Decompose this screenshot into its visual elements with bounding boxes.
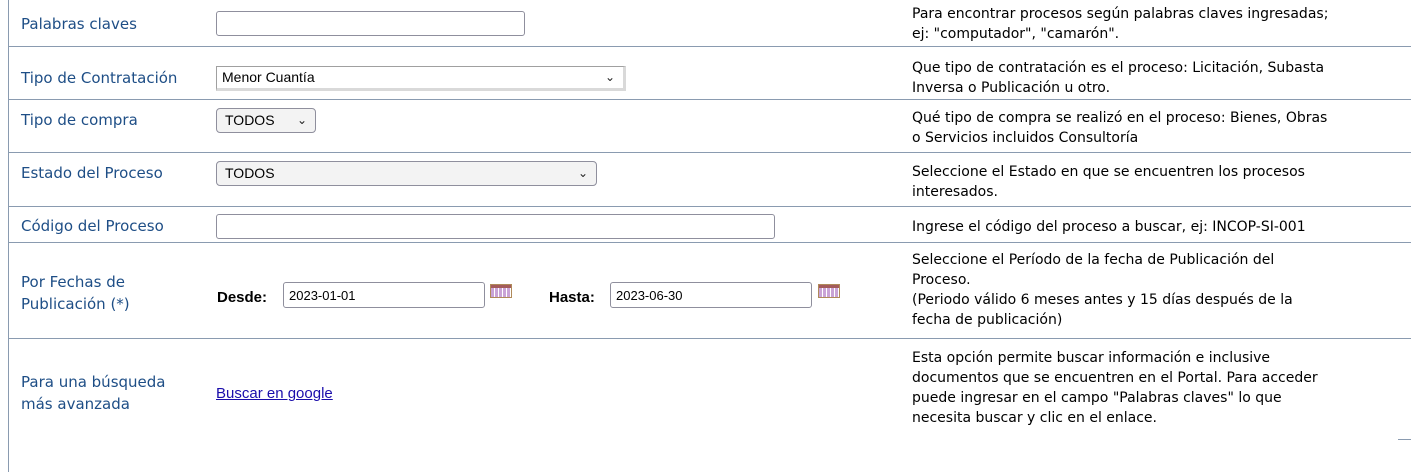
contract-type-help-line-1: Que tipo de contratación es el proceso: … xyxy=(912,60,1325,76)
advanced-label-line-2: más avanzada xyxy=(21,395,130,413)
dates-help-line-4: fecha de publicación) xyxy=(912,312,1063,328)
advanced-help-line-2: documentos que se encuentren en el Porta… xyxy=(912,370,1318,386)
contract-type-help: Que tipo de contratación es el proceso: … xyxy=(912,58,1392,98)
keywords-help-line-2: ej: "computador", "camarón". xyxy=(912,26,1120,42)
search-form-table: Palabras claves Para encontrar procesos … xyxy=(8,0,1411,472)
dates-help-line-1: Seleccione el Período de la fecha de Pub… xyxy=(912,252,1275,268)
advanced-label: Para una búsqueda más avanzada xyxy=(21,371,165,415)
purchase-type-help-line-1: Qué tipo de compra se realizó en el proc… xyxy=(912,110,1328,126)
purchase-type-select[interactable]: TODOS ⌄ xyxy=(216,108,316,133)
from-label: Desde: xyxy=(217,289,268,306)
row-process-code: Código del Proceso Ingrese el código del… xyxy=(9,207,1411,243)
to-label: Hasta: xyxy=(549,289,595,306)
dates-help-line-3: (Periodo válido 6 meses antes y 15 días … xyxy=(912,292,1293,308)
dates-label: Por Fechas de Publicación (*) xyxy=(21,271,130,315)
advanced-help-line-1: Esta opción permite buscar información e… xyxy=(912,350,1271,366)
row-contract-type: Tipo de Contratación Menor Cuantía ⌄ Que… xyxy=(9,57,1411,100)
purchase-type-help: Qué tipo de compra se realizó en el proc… xyxy=(912,108,1392,148)
contract-type-selected: Menor Cuantía xyxy=(222,69,315,85)
chevron-down-icon: ⌄ xyxy=(604,70,615,84)
table-edge-tick xyxy=(1398,439,1411,440)
keywords-label: Palabras claves xyxy=(21,15,137,33)
process-code-help: Ingrese el código del proceso a buscar, … xyxy=(912,217,1392,237)
process-state-help-line-1: Seleccione el Estado en que se encuentre… xyxy=(912,164,1305,180)
purchase-type-help-line-2: o Servicios incluidos Consultoría xyxy=(912,130,1139,146)
calendar-icon[interactable] xyxy=(490,284,512,298)
from-date-input[interactable] xyxy=(283,282,485,308)
process-state-help: Seleccione el Estado en que se encuentre… xyxy=(912,162,1392,202)
dates-help-line-2: Proceso. xyxy=(912,272,971,288)
purchase-type-label: Tipo de compra xyxy=(21,111,138,129)
to-date-input[interactable] xyxy=(610,282,812,308)
row-dates: Por Fechas de Publicación (*) Desde: Has… xyxy=(9,243,1411,339)
dates-label-line-2: Publicación (*) xyxy=(21,295,130,313)
dates-label-line-1: Por Fechas de xyxy=(21,273,125,291)
keywords-help: Para encontrar procesos según palabras c… xyxy=(912,4,1392,44)
advanced-help-line-3: puede ingresar en el campo "Palabras cla… xyxy=(912,390,1282,406)
process-code-input[interactable] xyxy=(216,214,775,239)
process-state-selected: TODOS xyxy=(225,165,275,181)
row-keywords: Palabras claves Para encontrar procesos … xyxy=(9,0,1411,47)
process-state-select[interactable]: TODOS ⌄ xyxy=(216,161,597,186)
advanced-label-line-1: Para una búsqueda xyxy=(21,373,166,391)
contract-type-label: Tipo de Contratación xyxy=(21,69,178,87)
process-state-help-line-2: interesados. xyxy=(912,184,998,200)
row-process-state: Estado del Proceso TODOS ⌄ Seleccione el… xyxy=(9,153,1411,207)
contract-type-select[interactable]: Menor Cuantía ⌄ xyxy=(216,66,626,91)
process-code-help-line-1: Ingrese el código del proceso a buscar, … xyxy=(912,219,1306,235)
chevron-down-icon: ⌄ xyxy=(577,166,588,180)
keywords-help-line-1: Para encontrar procesos según palabras c… xyxy=(912,6,1329,22)
process-code-label: Código del Proceso xyxy=(21,217,164,235)
process-state-label: Estado del Proceso xyxy=(21,164,163,182)
row-purchase-type: Tipo de compra TODOS ⌄ Qué tipo de compr… xyxy=(9,100,1411,153)
dates-help: Seleccione el Período de la fecha de Pub… xyxy=(912,250,1392,330)
google-search-link[interactable]: Buscar en google xyxy=(216,385,333,402)
row-advanced: Para una búsqueda más avanzada Buscar en… xyxy=(9,339,1411,472)
contract-type-help-line-2: Inversa o Publicación u otro. xyxy=(912,80,1111,96)
advanced-help: Esta opción permite buscar información e… xyxy=(912,348,1392,428)
calendar-icon[interactable] xyxy=(818,284,840,298)
chevron-down-icon: ⌄ xyxy=(296,113,307,127)
keywords-input[interactable] xyxy=(216,11,525,36)
advanced-help-line-4: necesita buscar y clic en el enlace. xyxy=(912,410,1157,426)
purchase-type-selected: TODOS xyxy=(225,112,275,128)
